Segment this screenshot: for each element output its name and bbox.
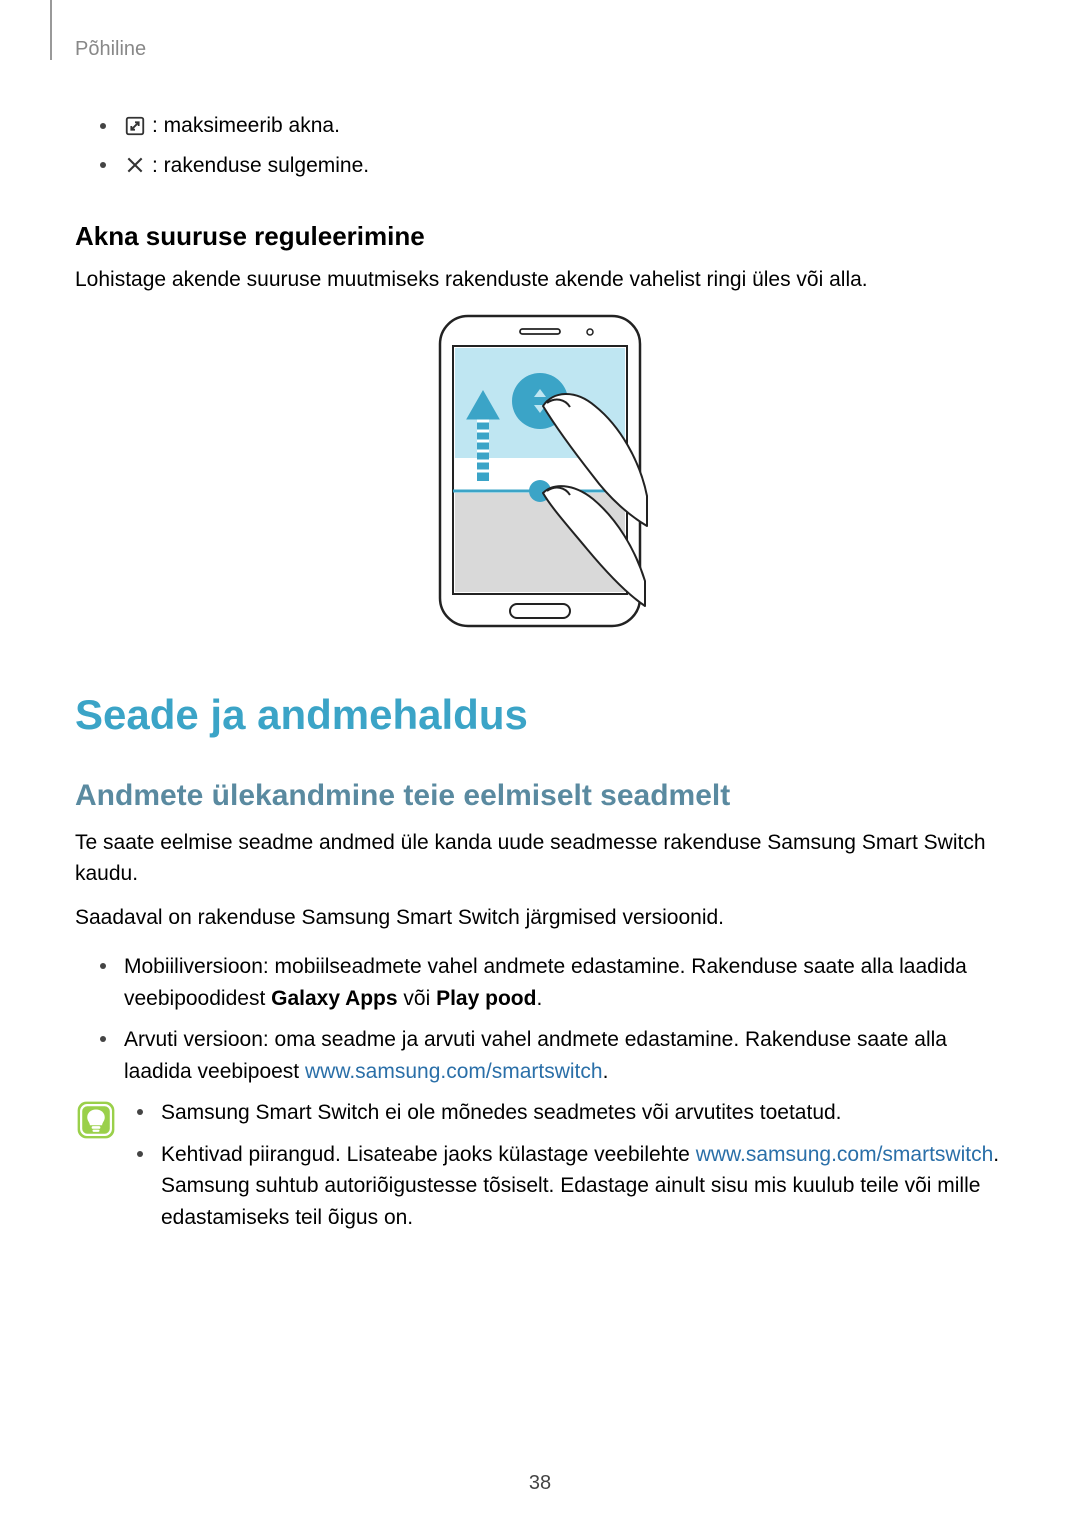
list-item: Mobiiliversioon: mobiilseadmete vahel an… (100, 951, 1005, 1014)
header-divider (50, 0, 52, 60)
page-number: 38 (0, 1472, 1080, 1495)
note-content: Samsung Smart Switch ei ole mõnedes sead… (137, 1097, 1005, 1243)
list-item-text: Arvuti versioon: oma seadme ja arvuti va… (124, 1024, 1005, 1087)
subsection-heading: Akna suuruse reguleerimine (75, 221, 1005, 252)
list-item-text: Kehtivad piirangud. Lisateabe jaoks küla… (161, 1139, 1005, 1234)
illustration (75, 311, 1005, 631)
note-icon (75, 1099, 117, 1141)
section-heading: Andmete ülekandmine teie eelmiselt seadm… (75, 779, 1005, 813)
page-content: : maksimeerib akna. : rakenduse sulgemin… (75, 110, 1005, 1243)
section-header: Põhiline (75, 38, 146, 61)
list-item: Kehtivad piirangud. Lisateabe jaoks küla… (137, 1139, 1005, 1234)
body-paragraph: Te saate eelmise seadme andmed üle kanda… (75, 827, 1005, 890)
manual-page: Põhiline : maksimeerib akna. (0, 0, 1080, 1527)
list-item: : rakenduse sulgemine. (100, 150, 1005, 182)
text: Kehtivad piirangud. Lisateabe jaoks küla… (161, 1143, 696, 1166)
bullet-dot (100, 123, 106, 129)
page-title: Seade ja andmehaldus (75, 691, 1005, 739)
link-text[interactable]: www.samsung.com/smartswitch (696, 1143, 994, 1166)
body-paragraph: Lohistage akende suuruse muutmiseks rake… (75, 264, 1005, 296)
text: . (536, 987, 542, 1010)
list-item-text: Mobiiliversioon: mobiilseadmete vahel an… (124, 951, 1005, 1014)
text: . (603, 1060, 609, 1083)
close-icon (124, 154, 146, 176)
list-item-text: Samsung Smart Switch ei ole mõnedes sead… (161, 1097, 842, 1129)
bullet-dot (137, 1109, 143, 1115)
list-item: Samsung Smart Switch ei ole mõnedes sead… (137, 1097, 1005, 1129)
body-paragraph: Saadaval on rakenduse Samsung Smart Swit… (75, 902, 1005, 934)
list-item: : maksimeerib akna. (100, 110, 1005, 142)
list-item-text: : maksimeerib akna. (152, 110, 340, 142)
bold-text: Play pood (436, 987, 536, 1010)
bullet-dot (100, 963, 106, 969)
text: või (398, 987, 437, 1010)
bullet-dot (100, 162, 106, 168)
maximize-icon (124, 115, 146, 137)
bold-text: Galaxy Apps (271, 987, 397, 1010)
list-item: Arvuti versioon: oma seadme ja arvuti va… (100, 1024, 1005, 1087)
note-block: Samsung Smart Switch ei ole mõnedes sead… (75, 1097, 1005, 1243)
bullet-dot (100, 1036, 106, 1042)
link-text[interactable]: www.samsung.com/smartswitch (305, 1060, 603, 1083)
bullet-dot (137, 1151, 143, 1157)
text: Mobiiliversioon: mobiilseadmete vahel an… (124, 955, 967, 1010)
list-item-text: : rakenduse sulgemine. (152, 150, 369, 182)
